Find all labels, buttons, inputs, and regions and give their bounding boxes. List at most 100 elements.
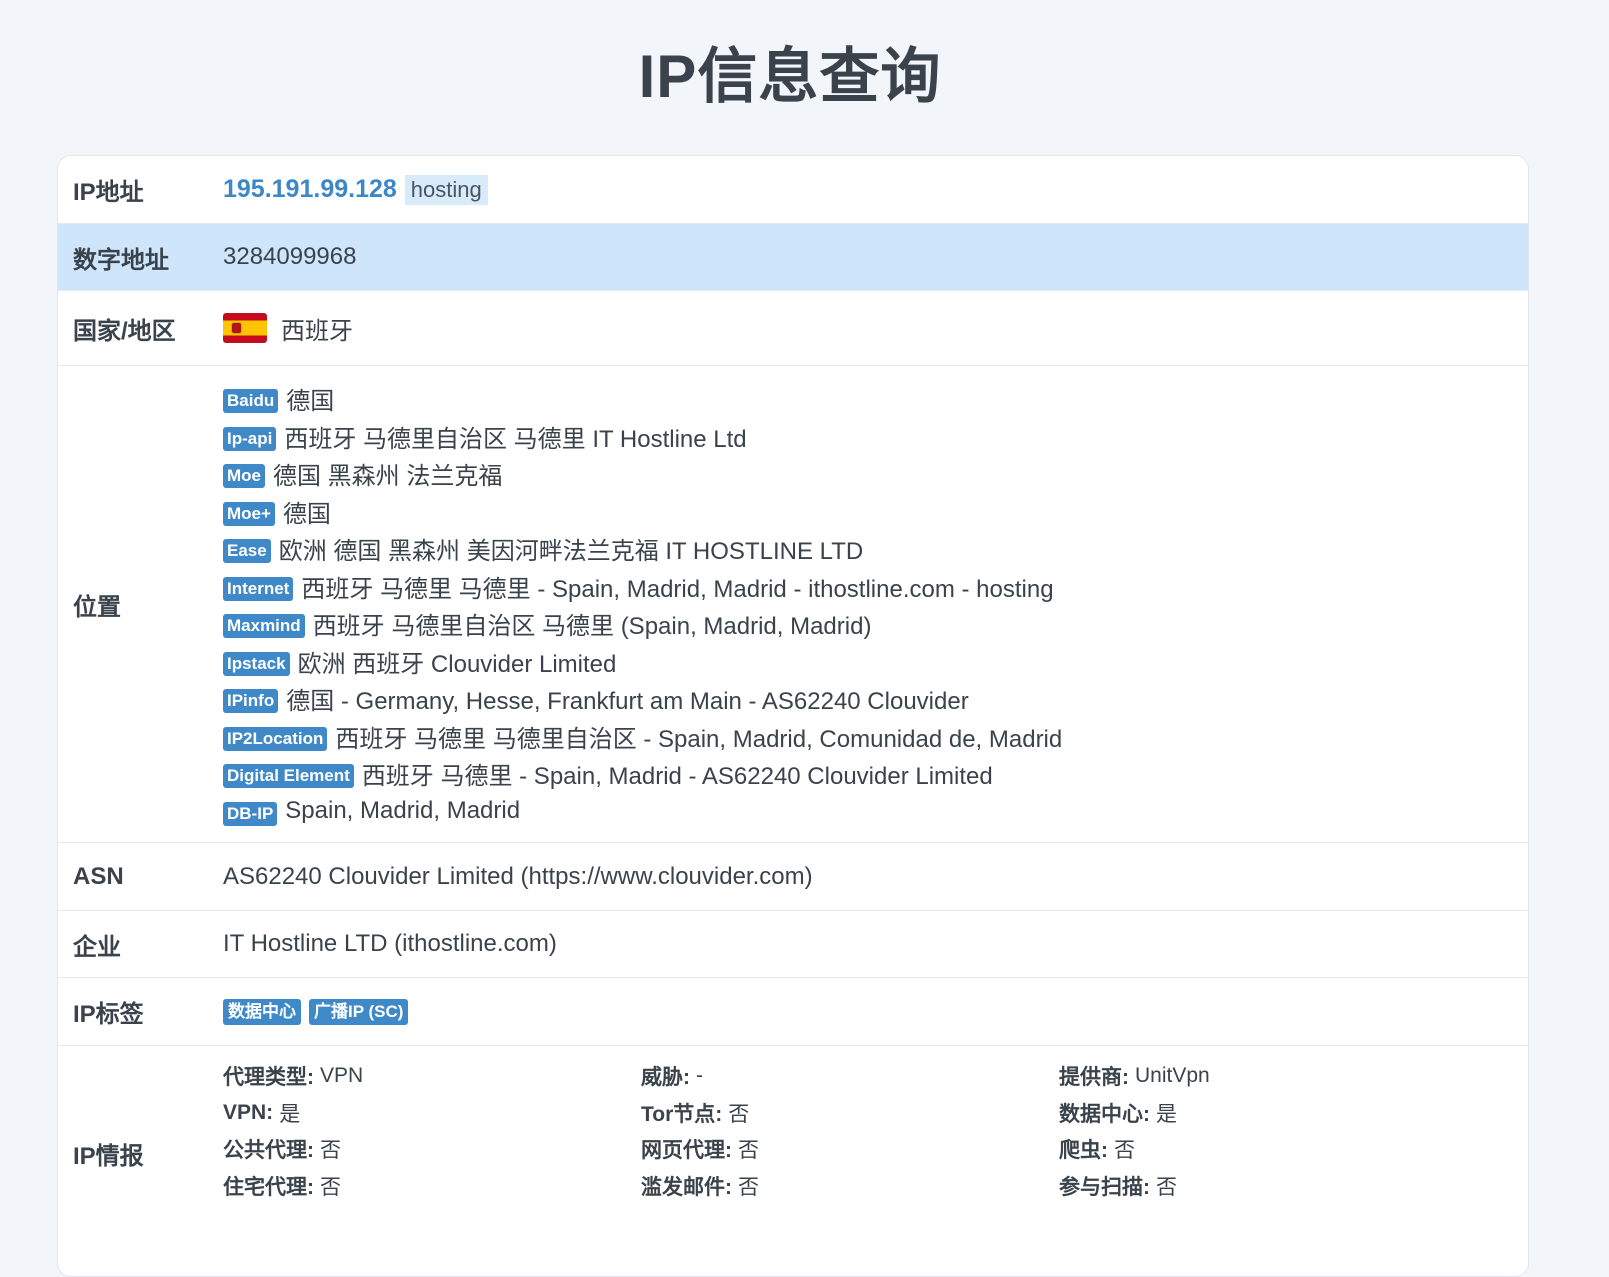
row-numeric-address: 数字地址 3284099968 xyxy=(58,224,1528,291)
ip-info-table: IP地址 195.191.99.128 hosting 数字地址 3284099… xyxy=(57,155,1529,1277)
location-text: 德国 xyxy=(282,500,331,528)
row-label: ASN xyxy=(73,862,124,890)
location-item: Internet 西班牙 马德里 马德里 - Spain, Madrid, Mad… xyxy=(223,568,1062,606)
location-text: 西班牙 马德里 马德里 - Spain, Madrid, Madrid - it… xyxy=(301,575,1054,603)
row-country: 国家/地区 西班牙 xyxy=(58,291,1528,366)
intel-key: 提供商: xyxy=(1059,1066,1129,1090)
location-item: DB-IP Spain, Madrid, Madrid xyxy=(223,793,1062,831)
intel-key: 住宅代理: xyxy=(223,1175,314,1199)
ip-tag-badge: 广播IP (SC) xyxy=(309,998,409,1025)
intel-item: 住宅代理: 否 xyxy=(223,1168,641,1205)
location-item: Ease 欧洲 德国 黑森州 美因河畔法兰克福 IT HOSTLINE LTD xyxy=(223,530,1062,568)
source-badge: Moe xyxy=(223,464,265,489)
source-badge: IPinfo xyxy=(223,689,279,714)
row-label: 数字地址 xyxy=(73,246,169,274)
intel-item: 数据中心: 是 xyxy=(1059,1095,1477,1132)
row-value: 数据中心 广播IP (SC) xyxy=(223,978,1528,1045)
company-value: IT Hostline LTD (ithostline.com) xyxy=(223,930,557,957)
location-text: 德国 - Germany, Hesse, Frankfurt am Main -… xyxy=(286,688,969,716)
location-text: 欧洲 德国 黑森州 美因河畔法兰克福 IT HOSTLINE LTD xyxy=(278,538,864,566)
row-location: 位置 Baidu 德国 Ip-api 西班牙 马德里自治区 马德里 IT Hostli… xyxy=(58,366,1528,843)
row-label: 国家/地区 xyxy=(73,317,176,345)
intel-item: 代理类型: VPN xyxy=(223,1058,641,1095)
row-label: 位置 xyxy=(73,593,121,621)
intel-value: 否 xyxy=(728,1102,750,1126)
intel-key: Tor节点: xyxy=(641,1102,723,1126)
location-item: Maxmind 西班牙 马德里自治区 马德里 (Spain, Madrid, Ma… xyxy=(223,605,1062,643)
intel-value: 是 xyxy=(1156,1102,1177,1126)
source-badge: IP2Location xyxy=(223,726,328,751)
hosting-tag: hosting xyxy=(404,174,488,205)
intel-item: Tor节点: 否 xyxy=(641,1095,1059,1132)
location-item: Moe+ 德国 xyxy=(223,493,1062,531)
source-badge: Ease xyxy=(223,539,271,564)
source-badge: Ipstack xyxy=(223,651,290,676)
location-text: 西班牙 马德里自治区 马德里 IT Hostline Ltd xyxy=(284,425,747,453)
intel-value: - xyxy=(696,1064,703,1088)
source-badge: Ip-api xyxy=(223,426,277,451)
row-label: 企业 xyxy=(73,933,121,961)
intel-key: 威胁: xyxy=(641,1066,690,1090)
location-text: 西班牙 马德里 马德里自治区 - Spain, Madrid, Comunida… xyxy=(335,725,1063,753)
intel-key: 公共代理: xyxy=(223,1139,314,1163)
row-company: 企业 IT Hostline LTD (ithostline.com) xyxy=(58,911,1528,978)
asn-value: AS62240 Clouvider Limited (https://www.c… xyxy=(223,862,813,890)
intel-value: 否 xyxy=(320,1175,341,1199)
row-asn: ASN AS62240 Clouvider Limited (https://w… xyxy=(58,843,1528,911)
intel-value: 否 xyxy=(738,1139,759,1163)
ip-tag-badge: 数据中心 xyxy=(223,998,301,1025)
spain-flag-icon xyxy=(223,313,267,343)
intel-value: 否 xyxy=(738,1175,759,1199)
source-badge: DB-IP xyxy=(223,801,278,826)
intel-key: 爬虫: xyxy=(1059,1139,1108,1163)
row-value: 西班牙 xyxy=(223,291,1528,365)
source-badge: Baidu xyxy=(223,389,279,414)
intel-item: 提供商: UnitVpn xyxy=(1059,1058,1477,1095)
intel-item: 爬虫: 否 xyxy=(1059,1131,1477,1168)
location-item: IP2Location 西班牙 马德里 马德里自治区 - Spain, Madri… xyxy=(223,718,1062,756)
intel-key: 代理类型: xyxy=(223,1066,314,1090)
page-title: IP信息查询 xyxy=(638,43,942,110)
row-value: Baidu 德国 Ip-api 西班牙 马德里自治区 马德里 IT Hostline … xyxy=(223,366,1528,842)
location-item: Ip-api 西班牙 马德里自治区 马德里 IT Hostline Ltd xyxy=(223,418,1062,456)
location-item: Ipstack 欧洲 西班牙 Clouvider Limited xyxy=(223,643,1062,681)
intel-value: 否 xyxy=(1114,1139,1135,1163)
location-item: Moe 德国 黑森州 法兰克福 xyxy=(223,455,1062,493)
row-value: 195.191.99.128 hosting xyxy=(223,156,1528,223)
location-item: IPinfo 德国 - Germany, Hesse, Frankfurt am … xyxy=(223,680,1062,718)
ip-address-link[interactable]: 195.191.99.128 xyxy=(223,175,397,204)
intel-value: 否 xyxy=(320,1139,341,1163)
location-text: 德国 xyxy=(286,388,335,416)
intel-key: 参与扫描: xyxy=(1059,1175,1150,1199)
intel-item: 滥发邮件: 否 xyxy=(641,1168,1059,1205)
location-text: 西班牙 马德里自治区 马德里 (Spain, Madrid, Madrid) xyxy=(312,613,872,641)
row-ip-address: IP地址 195.191.99.128 hosting xyxy=(58,156,1528,224)
row-label: IP情报 xyxy=(73,1143,144,1170)
numeric-address-value: 3284099968 xyxy=(223,243,357,270)
row-label: IP地址 xyxy=(73,179,144,206)
intel-value: VPN xyxy=(320,1064,364,1088)
row-ip-tags: IP标签 数据中心 广播IP (SC) xyxy=(58,978,1528,1046)
location-item: Digital Element 西班牙 马德里 - Spain, Madrid -… xyxy=(223,755,1062,793)
intel-item: 公共代理: 否 xyxy=(223,1131,641,1168)
source-badge: Maxmind xyxy=(223,614,305,639)
intel-value: UnitVpn xyxy=(1135,1064,1210,1088)
intel-grid: 代理类型: VPN 威胁: - 提供商: UnitVpn VPN: 是 Tor节点: 否数据中心:… xyxy=(223,1046,1477,1216)
location-text: 欧洲 西班牙 Clouvider Limited xyxy=(297,650,617,678)
source-badge: Digital Element xyxy=(223,764,354,789)
intel-value: 否 xyxy=(1156,1175,1177,1199)
source-badge: Moe+ xyxy=(223,501,275,526)
intel-item: 威胁: - xyxy=(641,1058,1059,1095)
row-ip-intel: IP情报 代理类型: VPN 威胁: - 提供商: UnitVpn VPN: 是 Tor节点: 否… xyxy=(58,1046,1528,1256)
location-text: 德国 黑森州 法兰克福 xyxy=(273,463,503,491)
intel-key: 网页代理: xyxy=(641,1139,732,1163)
location-text: 西班牙 马德里 - Spain, Madrid - AS62240 Clouvi… xyxy=(361,763,993,791)
country-value: 西班牙 xyxy=(281,317,353,345)
row-value: 代理类型: VPN 威胁: - 提供商: UnitVpn VPN: 是 Tor节点: 否数据中心:… xyxy=(223,1046,1528,1256)
intel-key: 数据中心: xyxy=(1059,1102,1150,1126)
location-item: Baidu 德国 xyxy=(223,380,1062,418)
intel-value: 是 xyxy=(279,1102,301,1126)
location-text: Spain, Madrid, Madrid xyxy=(285,797,521,825)
location-list: Baidu 德国 Ip-api 西班牙 马德里自治区 马德里 IT Hostline … xyxy=(223,366,1062,842)
source-badge: Internet xyxy=(223,576,294,601)
